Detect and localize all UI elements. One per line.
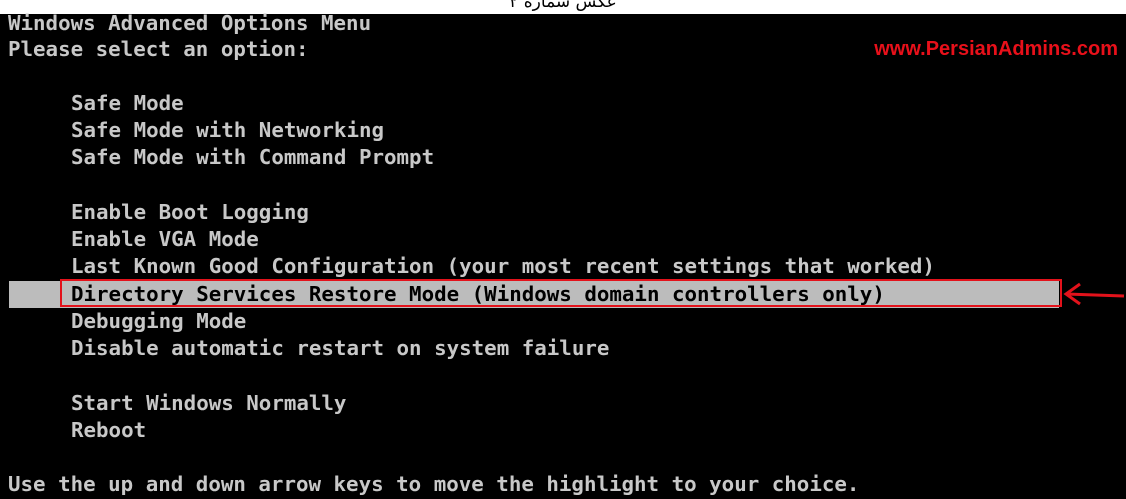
option-safe-mode-networking[interactable]: Safe Mode with Networking — [71, 117, 384, 143]
annotation-box — [60, 279, 1062, 307]
option-debugging-mode[interactable]: Debugging Mode — [71, 308, 246, 334]
option-reboot[interactable]: Reboot — [71, 417, 146, 443]
option-enable-boot-logging[interactable]: Enable Boot Logging — [71, 199, 309, 225]
boot-options-screen: عکس شماره ۲ Windows Advanced Options Men… — [0, 0, 1126, 499]
option-enable-vga-mode[interactable]: Enable VGA Mode — [71, 226, 259, 252]
option-safe-mode[interactable]: Safe Mode — [71, 90, 184, 116]
watermark-text: www.PersianAdmins.com — [874, 38, 1118, 60]
footer-hint: Use the up and down arrow keys to move t… — [8, 472, 860, 496]
option-start-windows-normally[interactable]: Start Windows Normally — [71, 390, 346, 416]
menu-title: Windows Advanced Options Menu — [8, 11, 372, 35]
option-safe-mode-command-prompt[interactable]: Safe Mode with Command Prompt — [71, 144, 434, 170]
annotation-arrow-icon — [1063, 282, 1125, 306]
select-prompt: Please select an option: — [8, 37, 309, 61]
option-disable-auto-restart[interactable]: Disable automatic restart on system fail… — [71, 335, 609, 361]
option-last-known-good[interactable]: Last Known Good Configuration (your most… — [71, 253, 935, 279]
